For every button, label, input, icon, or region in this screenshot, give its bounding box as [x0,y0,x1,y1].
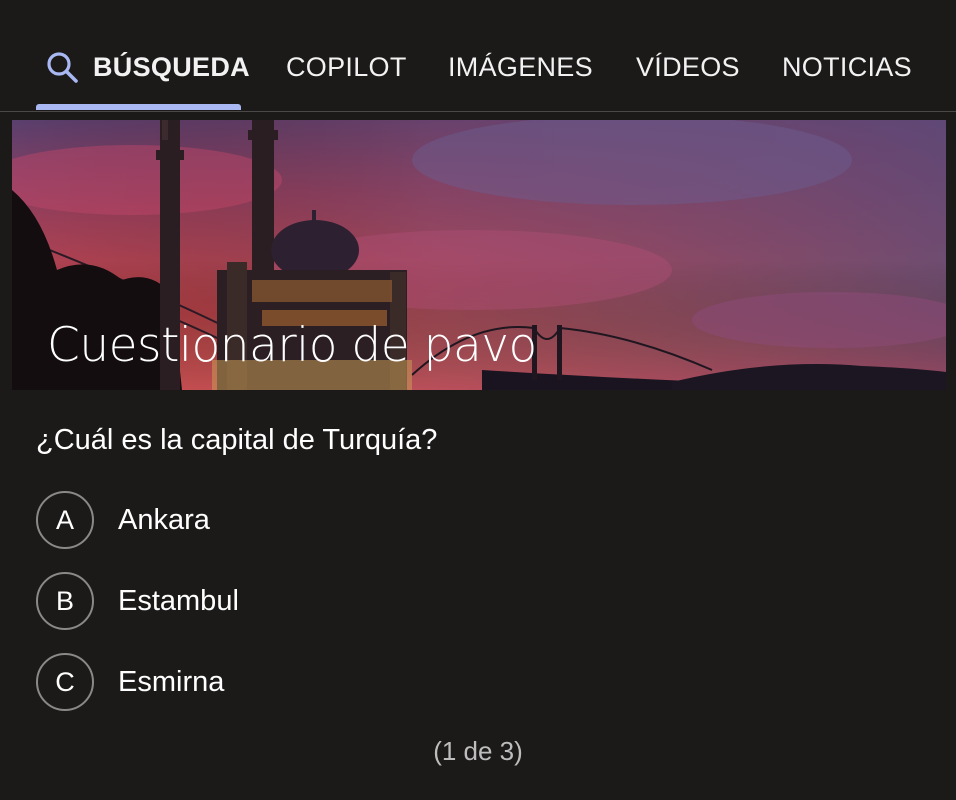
answer-option-a[interactable]: A Ankara [36,489,636,551]
tab-noticias[interactable]: NOTICIAS [782,50,912,84]
search-icon [47,52,78,83]
tab-label: BÚSQUEDA [93,51,250,82]
quiz-hero-banner[interactable]: Cuestionario de pavo [12,120,946,390]
option-letter-badge: C [36,653,94,711]
tab-label: IMÁGENES [448,51,593,82]
option-letter-badge: A [36,491,94,549]
option-letter-badge: B [36,572,94,630]
option-text: Estambul [118,584,239,617]
tab-label: VÍDEOS [636,51,740,82]
tab-copilot[interactable]: COPILOT [286,50,407,84]
tab-label: COPILOT [286,51,407,82]
answer-option-b[interactable]: B Estambul [36,570,636,632]
navigation-tabs: BÚSQUEDA COPILOT IMÁGENES VÍDEOS NOTICIA… [0,0,956,112]
question-progress: (1 de 3) [433,736,523,766]
option-text: Ankara [118,503,210,536]
answer-option-c[interactable]: C Esmirna [36,651,636,713]
active-tab-indicator [36,104,241,110]
option-text: Esmirna [118,665,225,698]
tab-imagenes[interactable]: IMÁGENES [448,50,593,84]
tab-videos[interactable]: VÍDEOS [636,50,740,84]
tab-label: NOTICIAS [782,51,912,82]
tab-busqueda[interactable]: BÚSQUEDA [45,50,250,84]
quiz-question: ¿Cuál es la capital de Turquía? [36,424,438,456]
quiz-title: Cuestionario de pavo [47,318,537,373]
